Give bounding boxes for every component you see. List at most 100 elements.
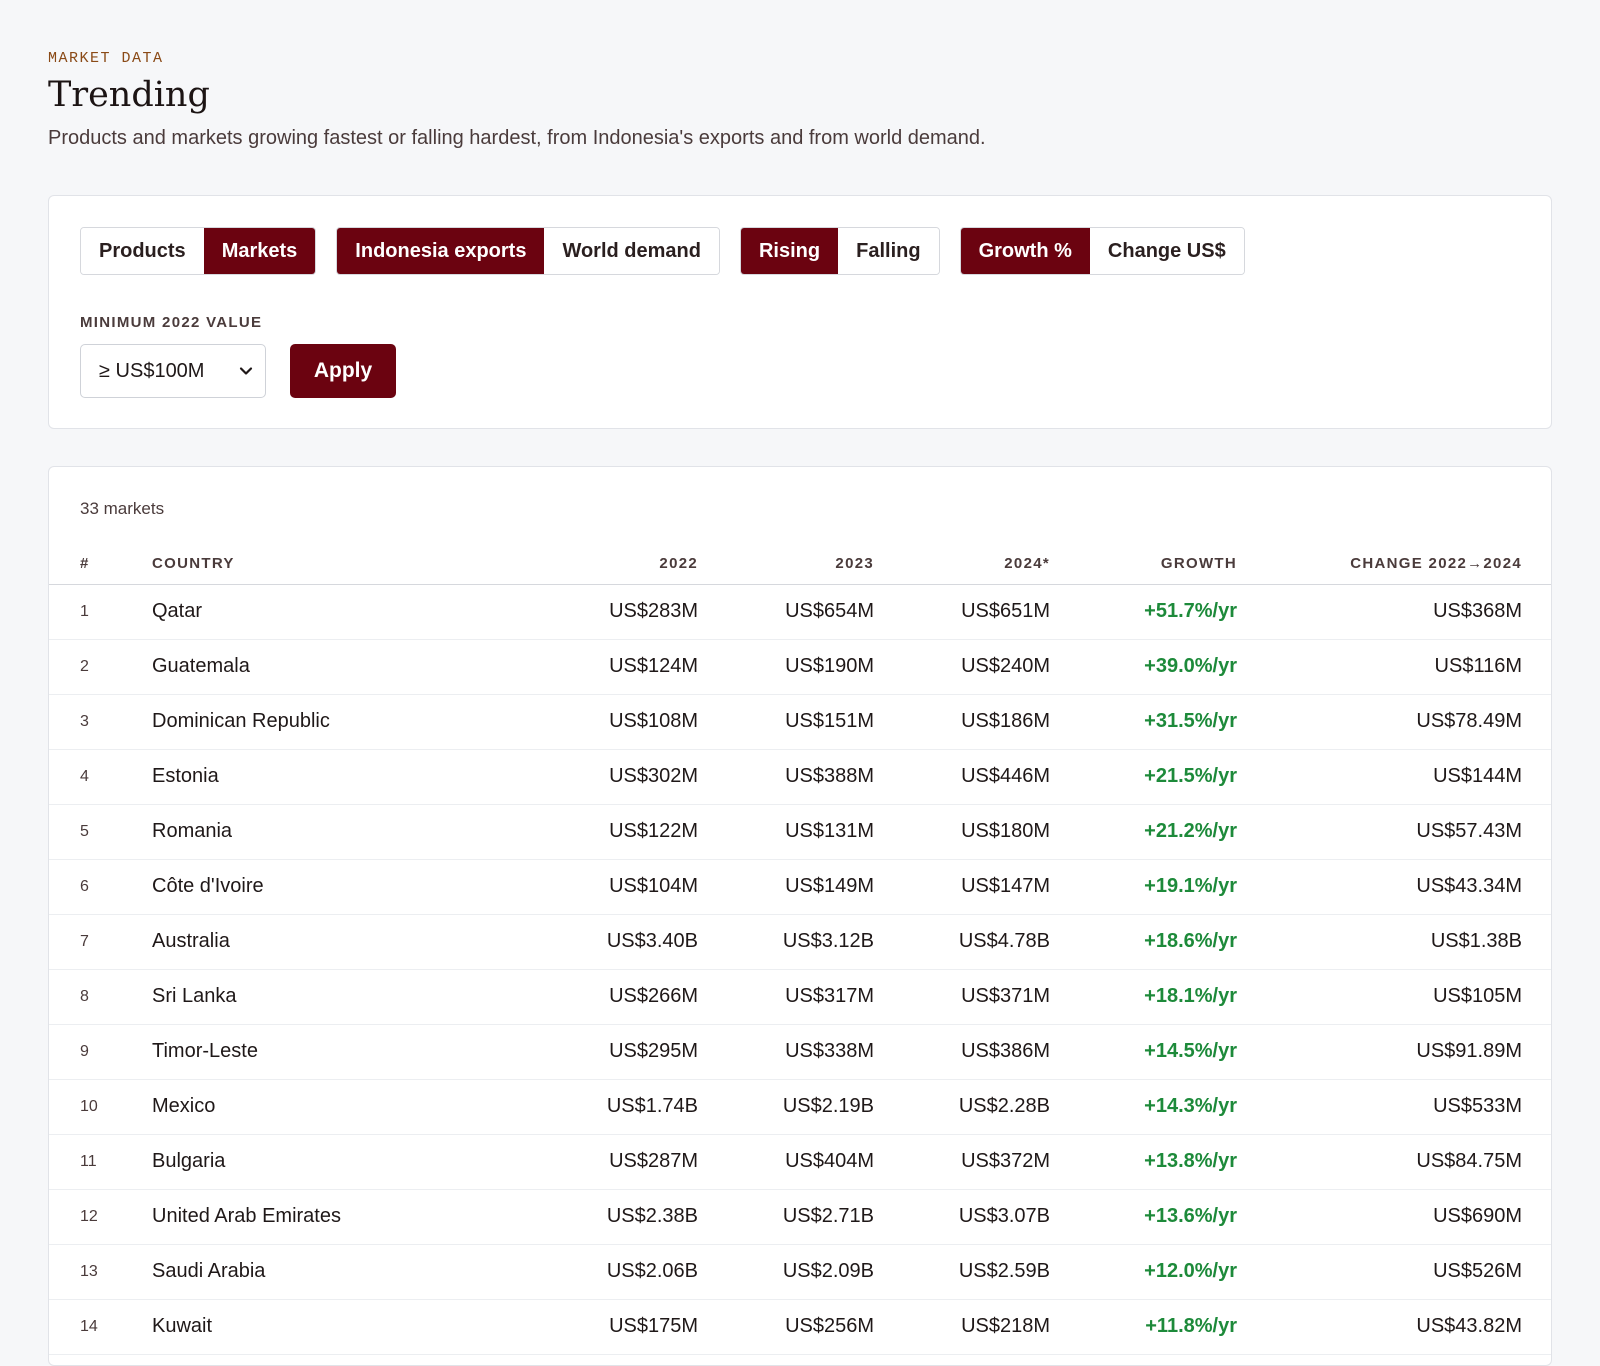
row-value-2024: US$3.07B (958, 1205, 1050, 1227)
table-row[interactable]: 6 Côte d'Ivoire US$104M US$149M US$147M +19.1… (49, 860, 1551, 915)
row-country: Mexico (152, 1095, 216, 1117)
column-header-change[interactable]: CHANGE 2022→2024 (1350, 555, 1522, 572)
table-row[interactable]: 2 Guatemala US$124M US$190M US$240M +39.0%/yr… (49, 640, 1551, 695)
apply-button[interactable]: Apply (290, 344, 396, 398)
row-value-2023: US$3.12B (782, 930, 874, 952)
row-rank: 13 (80, 1263, 98, 1280)
type-toggle: Products Markets (80, 227, 317, 275)
table-row[interactable]: 14 Kuwait US$175M US$256M US$218M +11.8%/yr US… (49, 1300, 1551, 1355)
row-value-2022: US$104M (609, 875, 698, 897)
products-toggle-button[interactable]: Products (81, 228, 204, 274)
row-value-2024: US$651M (961, 600, 1050, 622)
row-country: Dominican Republic (152, 710, 330, 732)
page: MARKET DATA Trending Products and market… (48, 0, 1552, 1366)
table-row[interactable]: 5 Romania US$122M US$131M US$180M +21.2%/yr US… (49, 805, 1551, 860)
row-change: US$91.89M (1416, 1040, 1522, 1062)
row-value-2023: US$149M (785, 875, 874, 897)
row-growth: +31.5%/yr (1144, 710, 1237, 732)
row-rank: 14 (80, 1318, 98, 1335)
row-value-2022: US$266M (609, 985, 698, 1007)
minimum-value-selected: ≥ US$100M (99, 359, 205, 382)
row-value-2022: US$2.06B (606, 1260, 698, 1282)
row-change: US$533M (1433, 1095, 1522, 1117)
row-value-2024: US$386M (961, 1040, 1050, 1062)
row-growth: +39.0%/yr (1144, 655, 1237, 677)
row-country: Côte d'Ivoire (152, 875, 264, 897)
metric-toggle: Growth % Change US$ (959, 227, 1245, 275)
row-value-2023: US$338M (785, 1040, 874, 1062)
row-growth: +11.8%/yr (1145, 1315, 1237, 1337)
column-header-rank: # (80, 555, 90, 572)
results-panel: 33 markets # COUNTRY 2022 2023 2024* GRO… (48, 466, 1552, 1366)
table-row[interactable]: 10 Mexico US$1.74B US$2.19B US$2.28B +14.3%/y… (49, 1080, 1551, 1135)
row-rank: 5 (80, 823, 89, 840)
growth-percent-toggle-button[interactable]: Growth % (960, 228, 1090, 274)
row-value-2023: US$2.71B (782, 1205, 874, 1227)
row-change: US$144M (1433, 765, 1522, 787)
minimum-value-select[interactable]: ≥ US$100M (80, 344, 266, 398)
row-growth: +14.5%/yr (1144, 1040, 1237, 1062)
column-header-country[interactable]: COUNTRY (152, 555, 235, 572)
table-row[interactable]: 8 Sri Lanka US$266M US$317M US$371M +18.1%/yr… (49, 970, 1551, 1025)
segmented-controls: Products Markets Indonesia exports World… (80, 227, 1245, 275)
row-value-2024: US$240M (961, 655, 1050, 677)
table-row[interactable]: 3 Dominican Republic US$108M US$151M US$186M… (49, 695, 1551, 750)
row-country: United Arab Emirates (152, 1205, 341, 1227)
row-growth: +21.5%/yr (1144, 765, 1237, 787)
row-value-2024: US$186M (961, 710, 1050, 732)
row-value-2023: US$256M (785, 1315, 874, 1337)
indonesia-exports-toggle-button[interactable]: Indonesia exports (337, 228, 545, 274)
table-row[interactable]: 9 Timor-Leste US$295M US$338M US$386M +14.5%/… (49, 1025, 1551, 1080)
row-country: Estonia (152, 765, 219, 787)
row-change: US$84.75M (1416, 1150, 1522, 1172)
row-value-2023: US$654M (785, 600, 874, 622)
page-title: Trending (48, 75, 210, 115)
row-change: US$43.82M (1416, 1315, 1522, 1337)
change-usd-toggle-button[interactable]: Change US$ (1089, 228, 1244, 274)
row-change: US$368M (1433, 600, 1522, 622)
row-rank: 4 (80, 768, 89, 785)
row-country: Guatemala (152, 655, 250, 677)
row-rank: 1 (80, 603, 89, 620)
row-country: Saudi Arabia (152, 1260, 266, 1282)
column-header-growth[interactable]: GROWTH (1161, 555, 1237, 572)
row-growth: +13.6%/yr (1144, 1205, 1237, 1227)
row-rank: 6 (80, 878, 89, 895)
world-demand-toggle-button[interactable]: World demand (544, 228, 719, 274)
row-value-2022: US$122M (609, 820, 698, 842)
row-value-2022: US$287M (609, 1150, 698, 1172)
row-value-2024: US$218M (961, 1315, 1050, 1337)
row-growth: +18.6%/yr (1144, 930, 1237, 952)
results-count: 33 markets (80, 499, 165, 518)
table-row[interactable]: 13 Saudi Arabia US$2.06B US$2.09B US$2.59B +1… (49, 1245, 1551, 1300)
row-growth: +21.2%/yr (1144, 820, 1237, 842)
source-toggle: Indonesia exports World demand (336, 227, 720, 275)
table-row[interactable]: 1 Qatar US$283M US$654M US$651M +51.7%/yr US$3… (49, 585, 1551, 640)
table-row[interactable]: 4 Estonia US$302M US$388M US$446M +21.5%/yr US… (49, 750, 1551, 805)
row-rank: 8 (80, 988, 89, 1005)
table-body: 1 Qatar US$283M US$654M US$651M +51.7%/yr US$3… (49, 585, 1551, 1355)
row-value-2023: US$317M (785, 985, 874, 1007)
row-value-2023: US$404M (785, 1150, 874, 1172)
rising-toggle-button[interactable]: Rising (740, 228, 839, 274)
markets-toggle-button[interactable]: Markets (203, 228, 316, 274)
table-row[interactable]: 11 Bulgaria US$287M US$404M US$372M +13.8%/yr… (49, 1135, 1551, 1190)
column-header-2023[interactable]: 2023 (835, 555, 874, 572)
row-value-2024: US$446M (961, 765, 1050, 787)
falling-toggle-button[interactable]: Falling (838, 228, 939, 274)
column-header-2022[interactable]: 2022 (659, 555, 698, 572)
row-growth: +13.8%/yr (1144, 1150, 1237, 1172)
row-rank: 10 (80, 1098, 98, 1115)
column-header-2024[interactable]: 2024* (1004, 555, 1050, 572)
row-growth: +18.1%/yr (1144, 985, 1237, 1007)
row-change: US$526M (1433, 1260, 1522, 1282)
table-row[interactable]: 7 Australia US$3.40B US$3.12B US$4.78B +18.6%… (49, 915, 1551, 970)
row-value-2022: US$3.40B (606, 930, 698, 952)
table-row[interactable]: 12 United Arab Emirates US$2.38B US$2.71B US… (49, 1190, 1551, 1245)
row-rank: 11 (80, 1153, 97, 1170)
row-value-2023: US$131M (785, 820, 874, 842)
row-value-2022: US$302M (609, 765, 698, 787)
row-value-2023: US$2.09B (782, 1260, 874, 1282)
row-growth: +19.1%/yr (1144, 875, 1237, 897)
row-country: Romania (152, 820, 233, 842)
